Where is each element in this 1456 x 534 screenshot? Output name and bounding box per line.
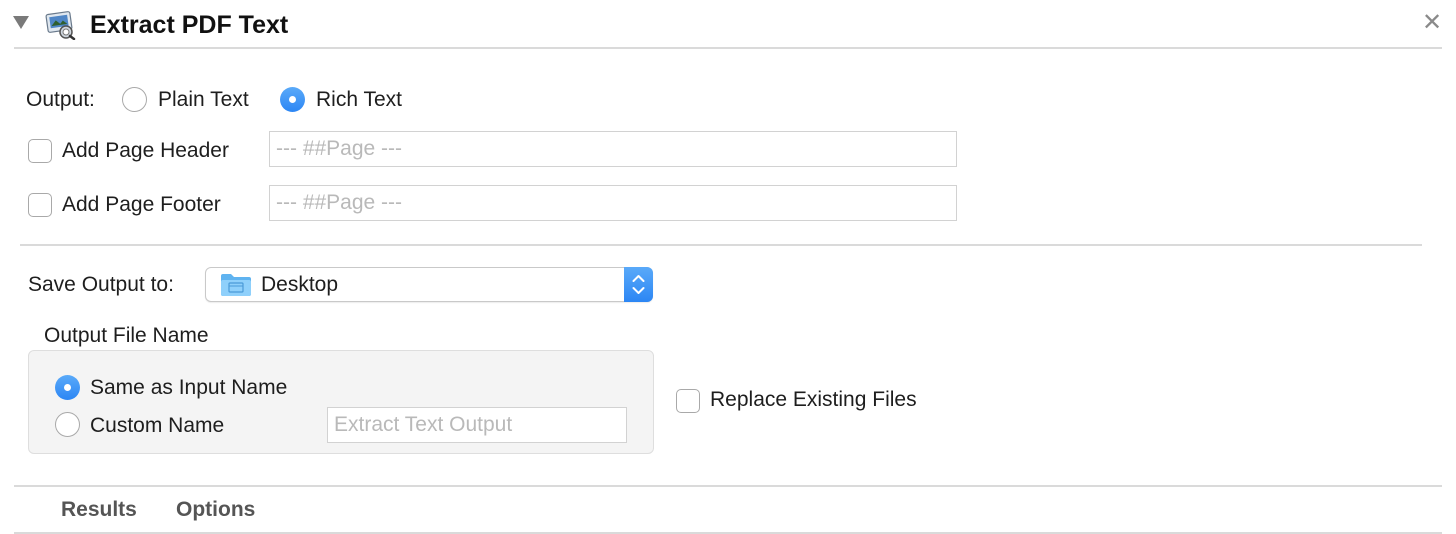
- custom-name-radio[interactable]: [55, 412, 80, 437]
- page-header-field[interactable]: [269, 131, 957, 167]
- custom-name-field[interactable]: [327, 407, 627, 443]
- output-file-name-label: Output File Name: [44, 324, 209, 347]
- replace-existing-checkbox[interactable]: [676, 389, 700, 413]
- close-icon[interactable]: ✕: [1419, 8, 1445, 38]
- tab-results[interactable]: Results: [61, 496, 137, 524]
- add-page-header-label[interactable]: Add Page Header: [62, 137, 229, 165]
- tab-options[interactable]: Options: [176, 496, 255, 524]
- save-output-label: Save Output to:: [28, 273, 174, 296]
- header-divider: [14, 47, 1442, 49]
- replace-existing-label[interactable]: Replace Existing Files: [710, 386, 917, 414]
- action-title: Extract PDF Text: [90, 11, 289, 39]
- same-as-input-label[interactable]: Same as Input Name: [90, 374, 287, 402]
- disclosure-triangle-icon[interactable]: [13, 16, 29, 29]
- pdf-preview-action-icon: [44, 10, 76, 41]
- rich-text-label[interactable]: Rich Text: [316, 86, 402, 114]
- add-page-footer-label[interactable]: Add Page Footer: [62, 191, 221, 219]
- section-divider: [20, 244, 1422, 246]
- custom-name-label[interactable]: Custom Name: [90, 412, 224, 440]
- chevron-up-down-icon: [624, 267, 653, 302]
- save-location-value: Desktop: [261, 273, 339, 296]
- output-label: Output:: [26, 88, 95, 111]
- rich-text-radio[interactable]: [280, 87, 305, 112]
- folder-icon: [220, 272, 252, 297]
- same-as-input-radio[interactable]: [55, 375, 80, 400]
- page-footer-field[interactable]: [269, 185, 957, 221]
- plain-text-radio[interactable]: [122, 87, 147, 112]
- footer-divider: [14, 485, 1442, 487]
- add-page-header-checkbox[interactable]: [28, 139, 52, 163]
- plain-text-label[interactable]: Plain Text: [158, 86, 249, 114]
- save-location-popup[interactable]: Desktop: [205, 267, 653, 302]
- add-page-footer-checkbox[interactable]: [28, 193, 52, 217]
